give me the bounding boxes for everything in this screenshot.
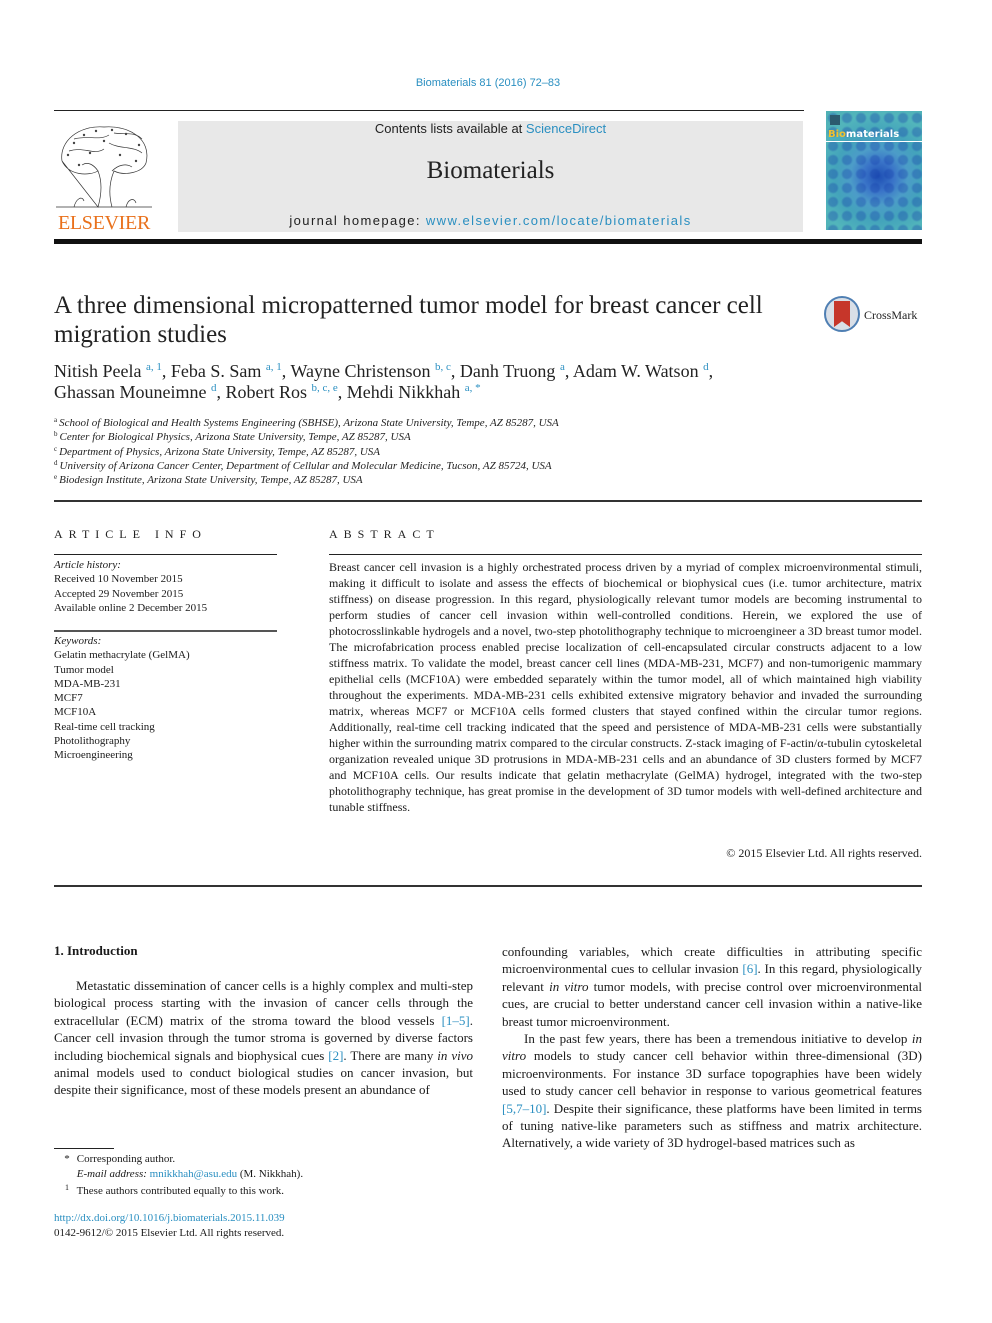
affiliation-item: b Center for Biological Physics, Arizona … [54, 430, 411, 444]
cover-title: Biomaterials [826, 129, 922, 142]
history-label: Article history: [54, 559, 121, 571]
elsevier-logo[interactable]: ELSEVIER [54, 121, 154, 233]
body-paragraph: confounding variables, which create diff… [502, 944, 922, 1029]
doi-block: http://dx.doi.org/10.1016/j.biomaterials… [54, 1211, 474, 1241]
journal-banner: Contents lists available at ScienceDirec… [178, 121, 803, 232]
article-title: A three dimensional micropatterned tumor… [54, 292, 763, 348]
elsevier-wordmark: ELSEVIER [57, 212, 151, 234]
author[interactable]: Danh Truong a [460, 361, 565, 381]
homepage-prefix: journal homepage: [289, 213, 426, 228]
contents-prefix: Contents lists available at [374, 121, 526, 136]
affiliation-item: c Department of Physics, Arizona State Un… [54, 444, 381, 458]
history-accepted: Accepted 29 November 2015 [54, 587, 184, 600]
abstract-copyright: © 2015 Elsevier Ltd. All rights reserved… [726, 846, 922, 860]
contents-line: Contents lists available at ScienceDirec… [178, 121, 803, 136]
article-info-rule [54, 554, 277, 555]
author[interactable]: Mehdi Nikkhah a, * [347, 382, 481, 402]
section-divider [54, 500, 922, 502]
homepage-line: journal homepage: www.elsevier.com/locat… [178, 213, 803, 228]
affiliation-item: d University of Arizona Cancer Center, De… [54, 458, 552, 472]
keyword-item: MCF7 [54, 692, 83, 705]
issn-copyright: 0142-9612/© 2015 Elsevier Ltd. All right… [54, 1227, 285, 1239]
body-paragraph: Metastatic dissemination of cancer cells… [54, 978, 473, 1098]
header-thick-rule [54, 239, 922, 244]
journal-name: Biomaterials [426, 157, 555, 184]
footnote-corresponding: * Corresponding author. [64, 1153, 176, 1165]
sciencedirect-link[interactable]: ScienceDirect [526, 121, 606, 136]
cover-emblem-icon [830, 115, 840, 125]
abstract-rule [329, 554, 922, 555]
section-divider [54, 885, 922, 887]
keyword-item: Real-time cell tracking [54, 720, 155, 733]
history-received: Received 10 November 2015 [54, 573, 183, 586]
header-rule [54, 110, 804, 111]
article-info-heading: ARTICLE INFO [54, 527, 207, 541]
keywords-list: Keywords: Gelatin methacrylate (GelMA) T… [54, 634, 277, 763]
crossmark-button[interactable]: CrossMark [824, 296, 924, 334]
doi-link[interactable]: http://dx.doi.org/10.1016/j.biomaterials… [54, 1212, 285, 1224]
citation-ref[interactable]: [6] [742, 961, 757, 976]
body-column-left: Metastatic dissemination of cancer cells… [54, 977, 473, 1099]
crossmark-label: CrossMark [864, 308, 918, 322]
email-link[interactable]: mnikkhah@asu.edu [150, 1168, 237, 1180]
body-paragraph: In the past few years, there has been a … [502, 1031, 922, 1151]
article-history: Article history: Received 10 November 20… [54, 558, 277, 616]
affiliation-list: a School of Biological and Health Systems… [54, 416, 754, 487]
author-affil-ref[interactable]: b, c [435, 361, 451, 373]
affiliation-item: e Biodesign Institute, Arizona State Univ… [54, 473, 363, 487]
author-affil-ref[interactable]: a, 1 [266, 361, 282, 373]
author-affil-ref[interactable]: a, * [465, 382, 481, 394]
body-column-right: confounding variables, which create diff… [502, 943, 922, 1152]
footnote-email: E-mail address: mnikkhah@asu.edu (M. Nik… [76, 1167, 304, 1180]
section-heading-introduction: 1. Introduction [54, 943, 138, 958]
journal-homepage-link[interactable]: www.elsevier.com/locate/biomaterials [426, 213, 692, 228]
keyword-item: Microengineering [54, 749, 133, 762]
author[interactable]: Robert Ros b, c, e [225, 382, 337, 402]
keyword-item: Photolithography [54, 735, 131, 748]
author[interactable]: Nitish Peela a, 1 [54, 361, 162, 381]
journal-citation-link[interactable]: Biomaterials 81 (2016) 72–83 [0, 77, 976, 89]
keyword-item: Gelatin methacrylate (GelMA) [54, 649, 190, 662]
elsevier-tree-icon [56, 126, 152, 208]
footnote-rule [54, 1148, 114, 1149]
author[interactable]: Feba S. Sam a, 1 [171, 361, 282, 381]
history-online: Available online 2 December 2015 [54, 602, 208, 615]
citation-ref[interactable]: [5,7–10] [502, 1101, 546, 1116]
author-affil-ref[interactable]: b, c, e [312, 382, 338, 394]
footnotes: * Corresponding author. E-mail address: … [60, 1152, 480, 1199]
keywords-rule [54, 630, 277, 632]
keyword-item: Tumor model [54, 663, 114, 676]
citation-ref[interactable]: [2] [328, 1048, 343, 1063]
affiliation-item: a School of Biological and Health Systems… [54, 416, 559, 430]
author[interactable]: Ghassan Mouneimne d [54, 382, 216, 402]
citation-ref[interactable]: [1–5] [442, 1013, 470, 1028]
keywords-label: Keywords: [54, 635, 102, 647]
keyword-item: MDA-MB-231 [54, 677, 121, 690]
journal-cover-image[interactable]: Biomaterials [826, 111, 922, 230]
keyword-item: MCF10A [54, 706, 97, 719]
footnote-equal-contribution: 1 These authors contributed equally to t… [65, 1183, 284, 1197]
author-affil-ref[interactable]: a, 1 [146, 361, 162, 373]
abstract-heading: ABSTRACT [329, 527, 440, 541]
author[interactable]: Wayne Christenson b, c [290, 361, 450, 381]
author-list: Nitish Peela a, 1, Feba S. Sam a, 1, Way… [54, 361, 714, 402]
author[interactable]: Adam W. Watson d [573, 361, 709, 381]
abstract-text: Breast cancer cell invasion is a highly … [329, 560, 922, 814]
